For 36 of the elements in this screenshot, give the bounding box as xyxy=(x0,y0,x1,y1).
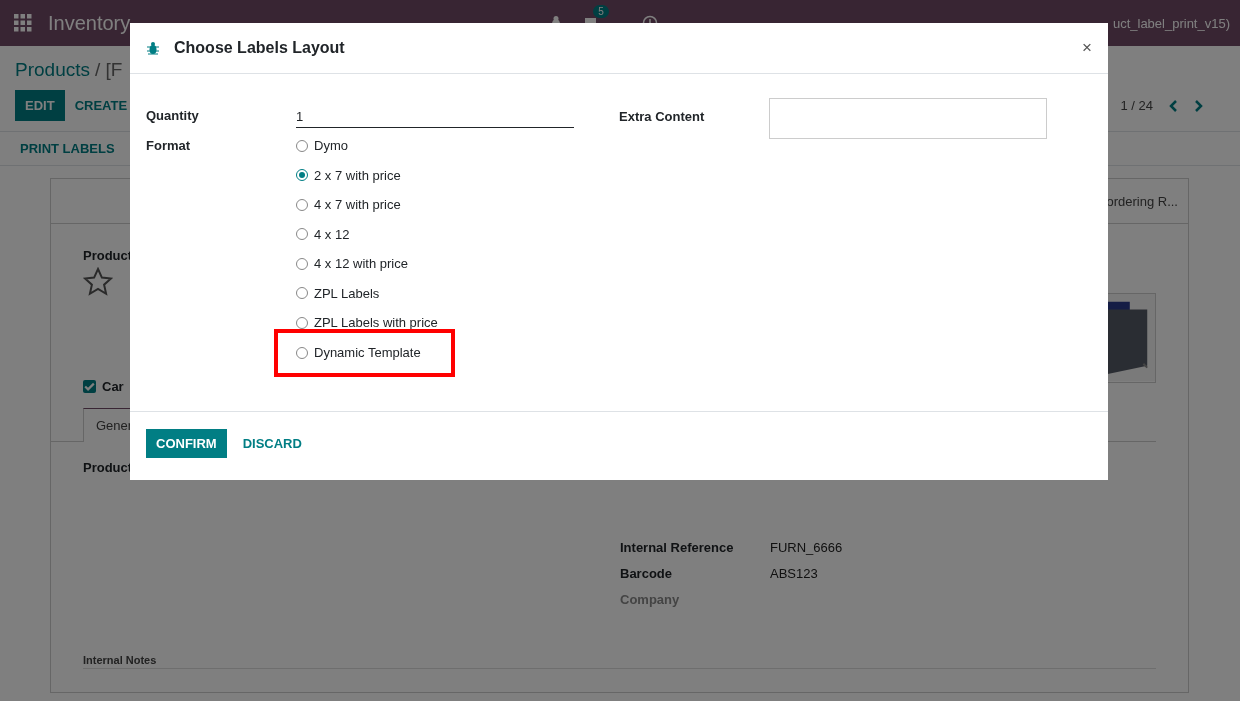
field-label: Format xyxy=(146,137,192,155)
extra-content-field[interactable] xyxy=(769,98,1047,139)
pager-counter: 1 / 24 xyxy=(1120,98,1153,113)
radio-label[interactable]: Dymo xyxy=(314,138,348,154)
field-value: FURN_6666 xyxy=(770,540,844,555)
radio-label[interactable]: ZPL Labels xyxy=(314,285,380,301)
field-label: Internal Reference xyxy=(620,540,735,555)
apps-menu-icon[interactable] xyxy=(14,14,32,32)
previous-icon[interactable] xyxy=(1167,98,1179,113)
field-label: Extra Content xyxy=(619,108,706,126)
dialog-title: Choose Labels Layout xyxy=(174,39,345,57)
radio-label[interactable]: 4 x 7 with price xyxy=(314,197,401,213)
close-button[interactable]: × xyxy=(1082,38,1092,58)
notes-label: Internal Notes xyxy=(83,654,1156,669)
breadcrumb-current: / [F xyxy=(95,59,123,81)
star-icon[interactable] xyxy=(83,267,113,297)
bug-icon[interactable] xyxy=(146,41,160,55)
radio-label[interactable]: Dynamic Template xyxy=(314,345,421,360)
radio-label[interactable]: 2 x 7 with price xyxy=(314,167,401,183)
discard-button[interactable]: DISCARD xyxy=(232,429,312,458)
message-count-badge: 5 xyxy=(593,5,609,18)
checkbox[interactable] xyxy=(83,380,96,393)
field-value: ABS123 xyxy=(770,566,819,581)
radio-label[interactable]: 4 x 12 with price xyxy=(314,256,408,272)
user-menu[interactable]: uct_label_print_v15) xyxy=(1112,15,1240,31)
field-label: Quantity xyxy=(146,107,200,125)
field-label: Company xyxy=(620,592,681,607)
app-name[interactable]: Inventory xyxy=(48,11,131,35)
smart-button[interactable]: ordering R... xyxy=(1106,193,1188,209)
confirm-button[interactable]: CONFIRM xyxy=(146,429,227,458)
radio-label[interactable]: 4 x 12 xyxy=(314,226,350,242)
next-icon[interactable] xyxy=(1193,98,1205,113)
check-icon xyxy=(83,380,96,393)
field-label: Barcode xyxy=(620,566,674,581)
checkbox-label: Car xyxy=(102,379,124,394)
radio-label[interactable]: ZPL Labels with price xyxy=(314,315,438,331)
